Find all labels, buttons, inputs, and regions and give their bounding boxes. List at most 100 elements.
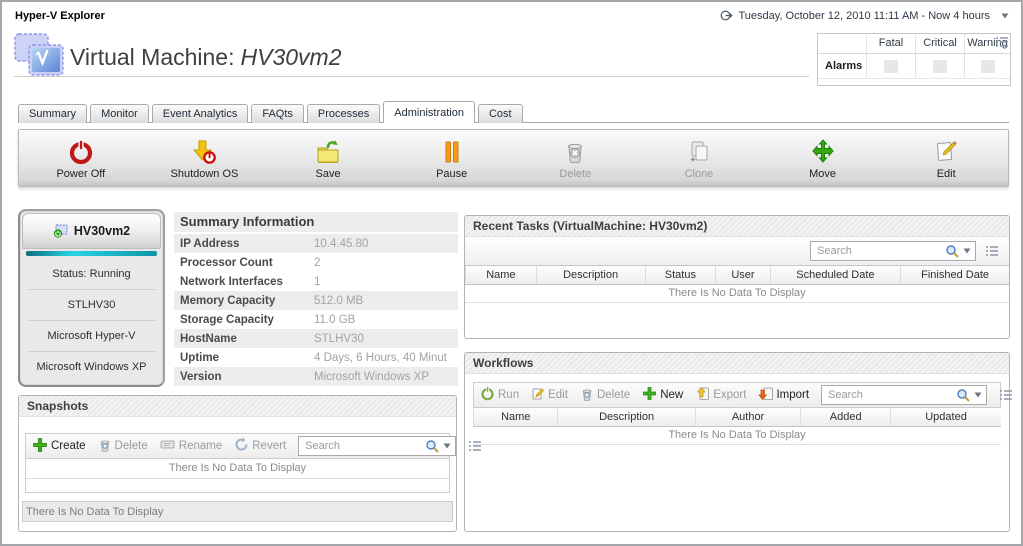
tab-faqts[interactable]: FAQts [251, 104, 304, 123]
vm-status-icon [53, 224, 69, 238]
rename-icon [160, 438, 176, 454]
vm-status-card: HV30vm2 Status: RunningSTLHV30Microsoft … [18, 209, 165, 387]
tab-monitor[interactable]: Monitor [90, 104, 149, 123]
action-label: Shutdown OS [171, 168, 239, 180]
caret-down-icon[interactable] [1001, 13, 1009, 19]
alarm-count-cell-critical[interactable] [915, 54, 964, 78]
button-label: Create [51, 440, 86, 452]
export-icon [695, 386, 710, 404]
customizer-icon[interactable] [468, 440, 482, 452]
workflows-button-edit: Edit [531, 387, 568, 404]
snapshots-button-rename: Rename [160, 438, 222, 454]
caret-down-icon[interactable] [443, 443, 451, 449]
summary-row-processor-count[interactable]: Processor Count 2 [174, 253, 458, 272]
workflows-button-run: Run [480, 386, 519, 404]
tab-administration[interactable]: Administration [383, 101, 475, 123]
customizer-icon[interactable] [985, 245, 999, 257]
summary-row-network-interfaces[interactable]: Network Interfaces 1 [174, 272, 458, 291]
alarms-row-label: Alarms [818, 54, 866, 78]
recent-tasks-column-header-finished-date[interactable]: Finished Date [900, 266, 1009, 284]
alarm-column-header-fatal[interactable]: Fatal [866, 34, 915, 54]
action-button-shutdown-os[interactable]: Shutdown OS [143, 130, 267, 186]
shutdown-os-icon [191, 137, 217, 165]
app-title: Hyper-V Explorer [15, 10, 105, 22]
button-label: Run [498, 389, 519, 401]
save-icon [315, 137, 341, 165]
summary-row-value: 11.0 GB [314, 314, 355, 326]
revert-icon [234, 437, 249, 455]
summary-row-ip-address[interactable]: IP Address 10.4.45.80 [174, 234, 458, 253]
action-button-delete: Delete [514, 130, 638, 186]
recent-tasks-panel: Recent Tasks (VirtualMachine: HV30vm2) N… [464, 215, 1010, 339]
caret-down-icon[interactable] [963, 248, 971, 254]
import-icon [758, 386, 773, 404]
summary-row-uptime[interactable]: Uptime 4 Days, 6 Hours, 40 Minut [174, 348, 458, 367]
timerange-label: Tuesday, October 12, 2010 11:11 AM - Now… [738, 10, 990, 22]
action-button-save[interactable]: Save [266, 130, 390, 186]
search-icon[interactable] [425, 439, 440, 453]
alarm-count-square [884, 60, 898, 73]
workflows-column-header-updated[interactable]: Updated [890, 408, 1001, 426]
button-label: Edit [548, 389, 568, 401]
recent-tasks-column-header-name[interactable]: Name [465, 266, 536, 284]
search-icon[interactable] [956, 388, 971, 402]
snapshots-button-create[interactable]: Create [32, 437, 86, 456]
tab-summary[interactable]: Summary [18, 104, 87, 123]
button-label: Export [713, 389, 746, 401]
summary-title: Summary Information [174, 212, 458, 232]
workflows-button-import[interactable]: Import [758, 386, 809, 404]
timerange-selector[interactable]: Tuesday, October 12, 2010 11:11 AM - Now… [720, 9, 1009, 22]
snapshots-table: There Is No Data To Display [25, 459, 450, 493]
snapshots-search-input[interactable] [303, 439, 422, 453]
workflows-table: NameDescriptionAuthorAddedUpdated There … [473, 408, 1001, 445]
workflows-toolbar: Run Edit Delete New Export [473, 382, 1001, 408]
snapshots-title: Snapshots [19, 396, 456, 417]
summary-row-memory-capacity[interactable]: Memory Capacity 512.0 MB [174, 291, 458, 310]
action-button-move[interactable]: Move [761, 130, 885, 186]
tab-cost[interactable]: Cost [478, 104, 523, 123]
summary-row-hostname[interactable]: HostName STLHV30 [174, 329, 458, 348]
summary-row-version[interactable]: Version Microsoft Windows XP [174, 367, 458, 386]
workflows-column-header-added[interactable]: Added [800, 408, 890, 426]
alarm-count-cell-fatal[interactable] [866, 54, 915, 78]
recent-tasks-search-input[interactable] [815, 244, 942, 258]
timerange-icon [720, 9, 733, 22]
tab-processes[interactable]: Processes [307, 104, 380, 123]
clone-icon [686, 137, 712, 165]
search-icon[interactable] [945, 244, 960, 258]
workflows-button-export: Export [695, 386, 746, 404]
customizer-icon[interactable] [999, 389, 1013, 401]
action-button-edit[interactable]: Edit [884, 130, 1008, 186]
action-button-power-off[interactable]: Power Off [19, 130, 143, 186]
summary-row-storage-capacity[interactable]: Storage Capacity 11.0 GB [174, 310, 458, 329]
new-icon [642, 386, 657, 404]
action-button-pause[interactable]: Pause [390, 130, 514, 186]
vm-info-row-microsoft-windows-xp: Microsoft Windows XP [28, 351, 155, 382]
customizer-icon[interactable] [995, 36, 1009, 48]
workflows-search-input[interactable] [826, 388, 953, 402]
workflows-column-header-author[interactable]: Author [695, 408, 801, 426]
recent-tasks-column-header-user[interactable]: User [715, 266, 769, 284]
button-label: Delete [115, 440, 148, 452]
alarm-column-header-critical[interactable]: Critical [915, 34, 964, 54]
recent-tasks-column-header-status[interactable]: Status [645, 266, 716, 284]
workflows-search-box[interactable] [821, 385, 987, 405]
workflows-column-header-name[interactable]: Name [473, 408, 557, 426]
recent-tasks-column-header-description[interactable]: Description [536, 266, 645, 284]
recent-tasks-search-box[interactable] [810, 241, 976, 261]
tab-event-analytics[interactable]: Event Analytics [152, 104, 249, 123]
caret-down-icon[interactable] [974, 392, 982, 398]
recent-tasks-column-header-scheduled-date[interactable]: Scheduled Date [770, 266, 901, 284]
alarm-count-cell-warning[interactable] [964, 54, 1010, 78]
summary-row-value: 512.0 MB [314, 295, 363, 307]
workflows-column-header-description[interactable]: Description [557, 408, 694, 426]
snapshots-search-box[interactable] [298, 436, 456, 456]
workflows-button-new[interactable]: New [642, 386, 683, 404]
recent-tasks-title: Recent Tasks (VirtualMachine: HV30vm2) [465, 216, 1009, 237]
snapshots-panel: Snapshots Create Delete Rename Revert [18, 395, 457, 532]
button-label: Revert [252, 440, 286, 452]
workflows-button-delete: Delete [580, 387, 630, 404]
alarms-corner-cell [818, 34, 866, 54]
vm-card-header: HV30vm2 [22, 213, 161, 249]
vm-info-row-microsoft-hyper-v: Microsoft Hyper-V [28, 320, 155, 351]
